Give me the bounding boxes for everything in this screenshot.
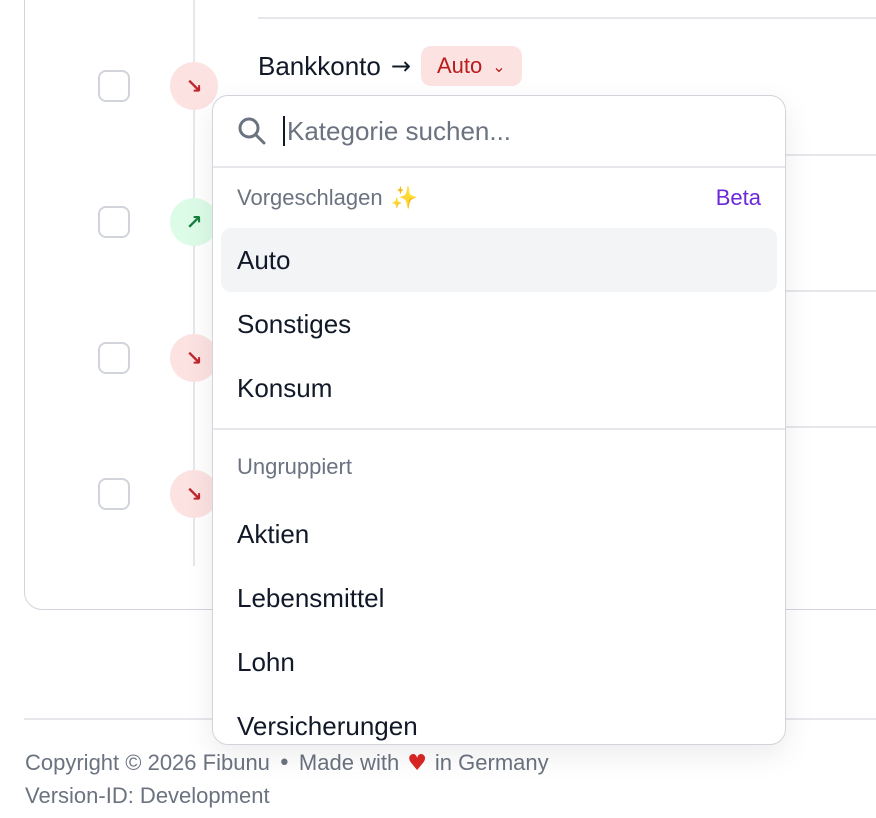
expense-arrow-icon: ↘	[170, 470, 218, 518]
version-id: Version-ID: Development	[25, 783, 270, 808]
made-in-text: in Germany	[434, 750, 549, 775]
category-option-sonstiges[interactable]: Sonstiges	[221, 292, 777, 356]
sparkle-icon: ✨	[390, 185, 418, 211]
text-cursor	[283, 116, 285, 146]
category-search-input[interactable]	[287, 115, 747, 147]
category-option-aktien[interactable]: Aktien	[221, 502, 777, 566]
category-option-konsum[interactable]: Konsum	[221, 356, 777, 420]
suggested-section-header: Vorgeschlagen ✨ Beta	[213, 168, 785, 228]
row-checkbox[interactable]	[98, 342, 130, 374]
row-checkbox[interactable]	[98, 478, 130, 510]
category-label: Auto	[436, 53, 483, 78]
expense-arrow-icon: ↘	[170, 62, 218, 110]
ungrouped-title: Ungruppiert	[237, 454, 352, 479]
chevron-down-icon: ⌄	[492, 56, 506, 76]
category-dropdown: Vorgeschlagen ✨ Beta Auto Sonstiges Kons…	[212, 95, 786, 745]
row-checkbox[interactable]	[98, 70, 130, 102]
beta-badge: Beta	[715, 185, 761, 210]
category-option-versicherungen[interactable]: Versicherungen	[221, 694, 777, 744]
category-search	[213, 96, 785, 168]
search-icon	[237, 116, 267, 146]
account-name: Bankkonto	[258, 50, 381, 81]
separator: •	[277, 750, 291, 776]
transaction-header: Bankkonto → Auto ⌄	[258, 46, 522, 86]
made-with-text: Made with	[298, 750, 400, 775]
category-option-auto[interactable]: Auto	[221, 228, 777, 292]
ungrouped-section-header: Ungruppiert	[213, 430, 785, 502]
arrow-right-icon: →	[390, 52, 411, 80]
row-divider	[258, 17, 876, 19]
suggested-title: Vorgeschlagen	[237, 185, 383, 210]
heart-icon: ♥	[407, 750, 427, 776]
income-arrow-icon: ↗	[170, 198, 218, 246]
category-select-button[interactable]: Auto ⌄	[420, 46, 522, 86]
category-option-lebensmittel[interactable]: Lebensmittel	[221, 566, 777, 630]
row-checkbox[interactable]	[98, 206, 130, 238]
category-option-lohn[interactable]: Lohn	[221, 630, 777, 694]
footer-copyright-line: Copyright © 2026 Fibunu • Made with ♥ in…	[25, 750, 549, 776]
expense-arrow-icon: ↘	[170, 334, 218, 382]
copyright-text: Copyright © 2026 Fibunu	[25, 750, 270, 775]
